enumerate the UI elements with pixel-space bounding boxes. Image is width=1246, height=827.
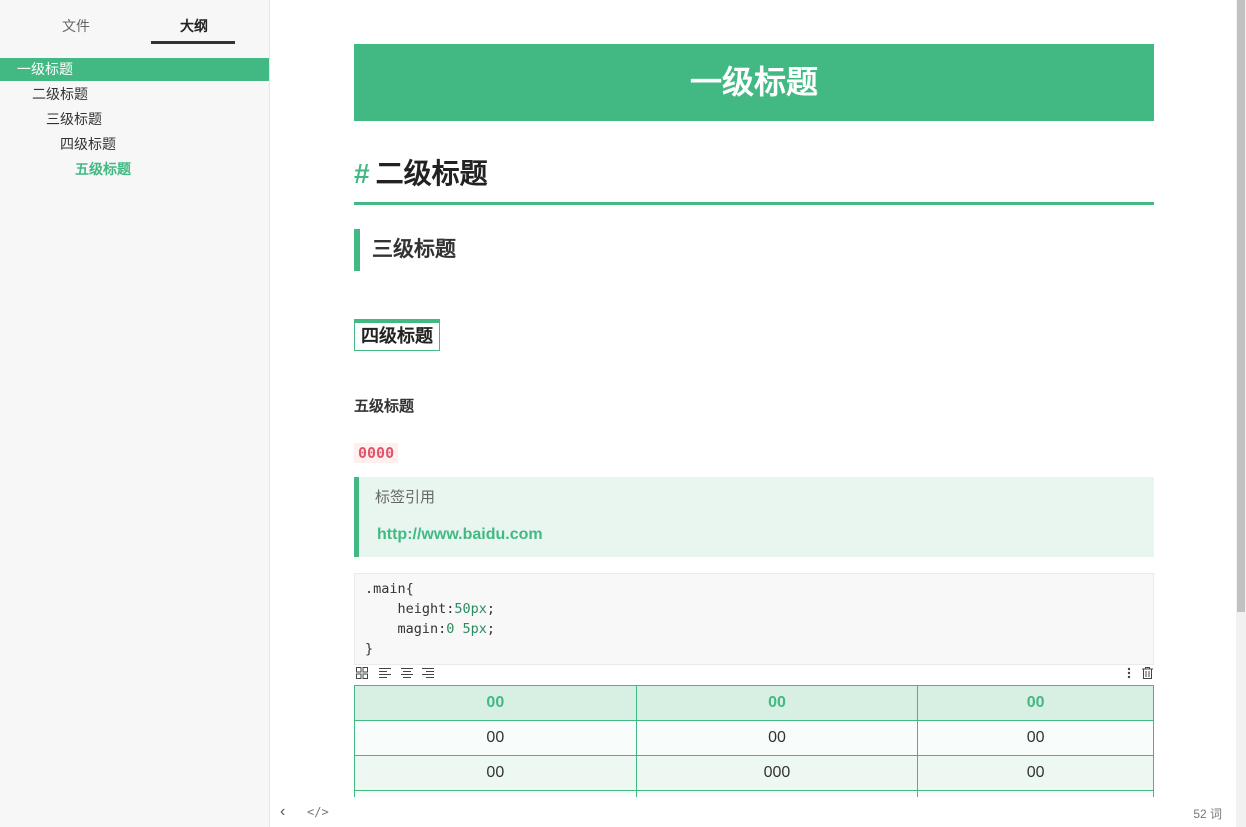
word-count[interactable]: 52 词 [1193,805,1222,822]
align-center-icon[interactable] [401,667,413,679]
table-row: 00 00 00 [354,720,1154,756]
outline-item-h1[interactable]: 一级标题 [0,58,269,81]
outline-item-h4[interactable]: 四级标题 [0,133,269,158]
sidebar-tabs: 文件 大纲 [0,0,270,46]
trash-icon[interactable] [1142,667,1153,679]
table-row: 00 000 00 [354,755,1154,791]
heading-4[interactable]: 四级标题 [354,319,440,351]
table-cell[interactable]: 000 [635,755,919,791]
blockquote-link[interactable]: http://www.baidu.com [377,525,1138,545]
vertical-scrollbar[interactable] [1236,0,1246,827]
code-line: .main{ [365,581,414,597]
table-cell[interactable]: 00 [635,720,919,756]
table-cell[interactable]: 00 [354,755,637,791]
table-header-row: 00 00 00 [354,685,1154,721]
table-toolbar [354,665,1154,685]
table-cell[interactable]: 00 [917,755,1154,791]
code-block[interactable]: .main{ height:50px; magin:0 5px;} [354,573,1154,665]
more-options-icon[interactable] [1126,667,1132,679]
heading-2[interactable]: # 二级标题 [354,149,1154,205]
outline-item-h2[interactable]: 二级标题 [0,83,269,108]
outline-item-h5[interactable]: 五级标题 [0,158,269,183]
heading-3[interactable]: 三级标题 [354,229,1154,271]
align-left-icon[interactable] [379,667,391,679]
grid-icon[interactable] [356,667,368,679]
status-bar: ‹ </> 52 词 [270,797,1236,827]
heading-2-text: 二级标题 [375,158,488,189]
outline-list: 一级标题 二级标题 三级标题 四级标题 五级标题 [0,58,269,183]
inline-code[interactable]: 0000 [354,443,399,463]
heading-1[interactable]: 一级标题 [354,44,1154,121]
outline-item-h3[interactable]: 三级标题 [0,108,269,133]
heading-5[interactable]: 五级标题 [354,397,1154,417]
blockquote-text: 标签引用 [375,489,436,506]
table-header-cell[interactable]: 00 [354,685,637,721]
editor-area[interactable]: 一级标题 # 二级标题 三级标题 四级标题 五级标题 0000 标签引用 http… [270,0,1236,797]
code-line: magin:0 5px; [365,621,496,637]
source-code-icon[interactable]: </> [307,805,329,819]
code-line: } [365,641,374,657]
blockquote[interactable]: 标签引用 http://www.baidu.com [354,477,1154,557]
code-line: height:50px; [365,601,496,617]
table-cell[interactable]: 00 [917,720,1154,756]
tab-outline[interactable]: 大纲 [180,16,208,36]
chevron-left-icon[interactable]: ‹ [280,803,285,821]
document-content: 一级标题 # 二级标题 三级标题 四级标题 五级标题 0000 标签引用 http… [354,44,1154,797]
table-cell[interactable]: 00 [354,720,637,756]
align-right-icon[interactable] [422,667,434,679]
tab-files[interactable]: 文件 [62,16,90,36]
table-header-cell[interactable]: 00 [635,685,919,721]
scrollbar-thumb[interactable] [1237,0,1245,612]
heading-hash-mark: # [354,158,370,189]
sidebar: 文件 大纲 一级标题 二级标题 三级标题 四级标题 五级标题 [0,0,270,827]
active-tab-indicator [151,41,235,44]
data-table[interactable]: 00 00 00 00 00 00 00 000 00 000 00 00 [354,685,1154,797]
table-header-cell[interactable]: 00 [917,685,1154,721]
